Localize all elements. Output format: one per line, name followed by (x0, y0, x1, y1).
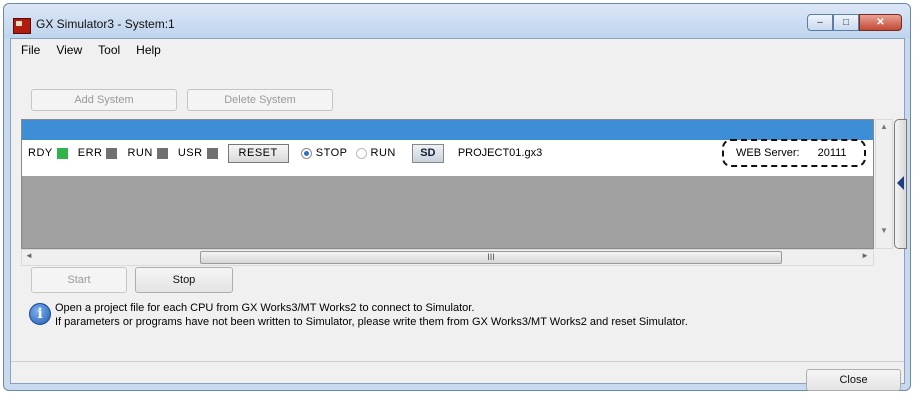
client-area: File View Tool Help Add System Delete Sy… (10, 38, 907, 391)
reset-button[interactable]: RESET (227, 143, 289, 163)
app-icon (13, 18, 31, 34)
sd-button[interactable]: SD (411, 143, 444, 163)
menu-help[interactable]: Help (136, 43, 161, 57)
info-message: Open a project file for each CPU from GX… (55, 301, 688, 329)
usr-led-icon (206, 147, 218, 159)
project-name: PROJECT01.gx3 (457, 147, 543, 159)
scroll-left-icon[interactable]: ◄ (25, 251, 33, 260)
run-radio-label: RUN (370, 147, 396, 159)
caption-buttons: – □ ✕ (807, 14, 902, 31)
web-server-box: WEB Server: 20111 (722, 139, 866, 167)
side-panel-toggle[interactable] (894, 119, 907, 249)
app-window: GX Simulator3 - System:1 – □ ✕ File View… (3, 3, 911, 391)
vertical-scrollbar[interactable]: ▲ ▼ (875, 119, 893, 249)
err-led-icon (106, 147, 118, 159)
system-panel: RDY ERR RUN USR RESET STOP RUN SD PROJEC… (21, 119, 874, 249)
info-line-1: Open a project file for each CPU from GX… (55, 302, 475, 314)
maximize-button[interactable]: □ (833, 14, 859, 31)
minimize-button[interactable]: – (807, 14, 833, 31)
web-server-port: 20111 (817, 147, 847, 159)
usr-label: USR (177, 147, 203, 159)
close-button[interactable]: Close (806, 369, 901, 391)
web-server-label: WEB Server: (736, 147, 800, 159)
info-icon: i (29, 303, 51, 325)
rdy-led-icon (56, 147, 68, 159)
run-radio[interactable] (355, 147, 367, 159)
close-window-button[interactable]: ✕ (859, 14, 902, 31)
scroll-down-icon[interactable]: ▼ (880, 226, 888, 235)
run-led-icon (156, 147, 168, 159)
start-button[interactable]: Start (31, 267, 127, 293)
menu-file[interactable]: File (21, 43, 40, 57)
cpu-status-row: RDY ERR RUN USR RESET STOP RUN SD PROJEC… (22, 139, 873, 167)
add-system-button[interactable]: Add System (31, 89, 177, 111)
info-line-2: If parameters or programs have not been … (55, 316, 688, 328)
err-label: ERR (77, 147, 103, 159)
scroll-right-icon[interactable]: ► (861, 251, 869, 260)
stop-button[interactable]: Stop (135, 267, 233, 293)
window-title: GX Simulator3 - System:1 (36, 17, 175, 31)
horizontal-scrollbar[interactable]: ◄ III ► (21, 249, 874, 266)
scroll-up-icon[interactable]: ▲ (880, 122, 888, 131)
menu-bar: File View Tool Help (11, 39, 914, 61)
title-bar[interactable]: GX Simulator3 - System:1 – □ ✕ (4, 4, 910, 38)
menu-view[interactable]: View (56, 43, 82, 57)
stop-radio[interactable] (300, 147, 312, 159)
delete-system-button[interactable]: Delete System (187, 89, 333, 111)
stop-radio-label: STOP (315, 147, 348, 159)
collapse-left-icon (897, 176, 904, 190)
scroll-thumb[interactable]: III (200, 251, 782, 264)
selected-system-row[interactable] (22, 120, 873, 140)
run-label: RUN (127, 147, 153, 159)
menu-tool[interactable]: Tool (98, 43, 120, 57)
footer-divider (11, 361, 904, 362)
rdy-label: RDY (28, 147, 53, 159)
